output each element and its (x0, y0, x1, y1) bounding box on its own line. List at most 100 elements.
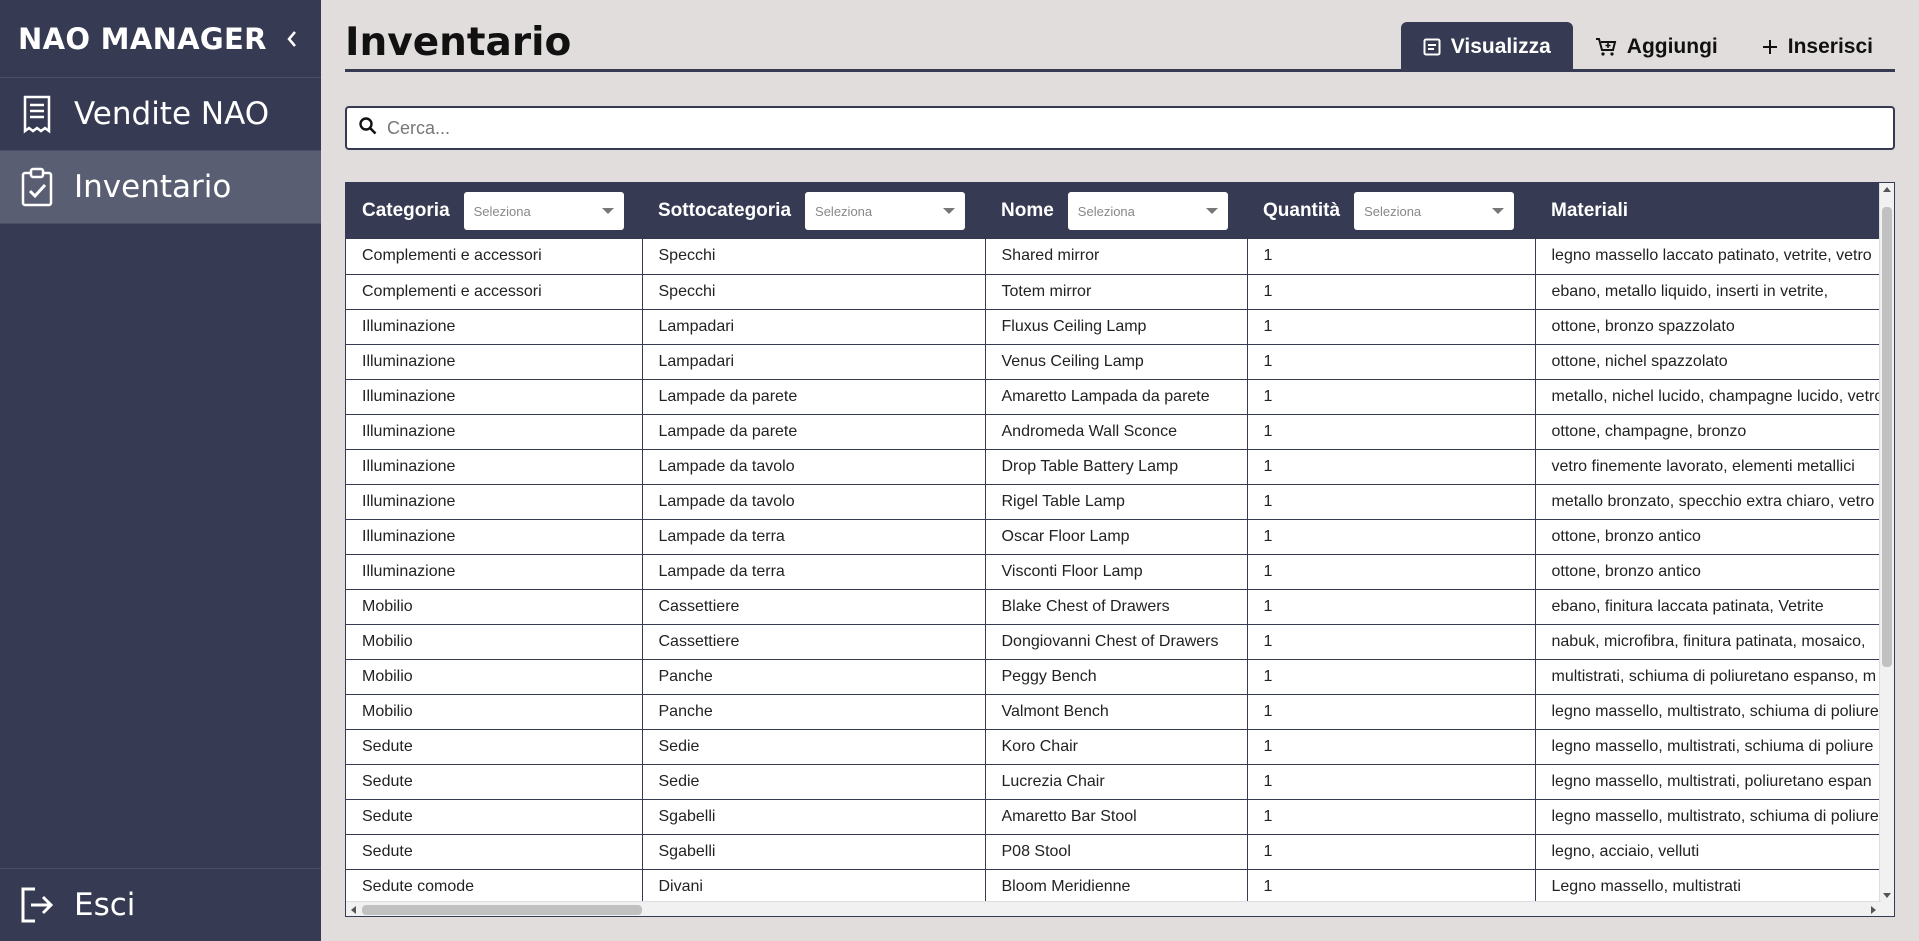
column-label: Sottocategoria (658, 200, 792, 221)
cell-categoria: Illuminazione (346, 379, 643, 415)
table-body: Complementi e accessori Specchi Shared mir… (346, 239, 1894, 905)
search-input[interactable] (387, 117, 1867, 139)
column-header-nome: Nome Seleziona (985, 183, 1247, 239)
table-row[interactable]: Sedute Sedie Lucrezia Chair 1 legno massello… (346, 764, 1894, 800)
cell-nome: Venus Ceiling Lamp (985, 344, 1248, 380)
cell-materiali: legno massello, multistrato, schiuma di … (1535, 799, 1894, 835)
cell-nome: Lucrezia Chair (985, 764, 1248, 800)
sidebar-item-vendite[interactable]: Vendite NAO (0, 78, 321, 151)
table-row[interactable]: Mobilio Panche Peggy Bench 1 multistrati, sc… (346, 659, 1894, 695)
cell-nome: Rigel Table Lamp (985, 484, 1248, 520)
cell-nome: Shared mirror (985, 239, 1248, 275)
cell-nome: Amaretto Bar Stool (985, 799, 1248, 835)
cell-nome: Amaretto Lampada da parete (985, 379, 1248, 415)
cell-nome: Fluxus Ceiling Lamp (985, 309, 1248, 345)
cell-materiali: legno massello laccato patinato, vetrite… (1535, 239, 1894, 275)
table-row[interactable]: Sedute Sgabelli Amaretto Bar Stool 1 legno m… (346, 799, 1894, 835)
cell-nome: Oscar Floor Lamp (985, 519, 1248, 555)
table-header-row: Categoria Seleziona Sottocategoria Selez… (346, 183, 1894, 239)
sidebar: NAO MANAGER Vendite NAO Inventario Esci (0, 0, 321, 941)
clipboard-check-icon (18, 167, 56, 207)
logout-label: Esci (74, 887, 136, 923)
cell-quantita: 1 (1247, 869, 1536, 905)
cell-categoria: Sedute (346, 764, 643, 800)
quantita-filter-select[interactable]: Seleziona (1354, 192, 1515, 230)
scroll-left-arrow-icon[interactable] (351, 906, 356, 914)
cell-quantita: 1 (1247, 379, 1536, 415)
scroll-up-arrow-icon[interactable] (1883, 187, 1891, 192)
table-row[interactable]: Sedute Sgabelli P08 Stool 1 legno, acciaio, … (346, 834, 1894, 870)
tab-label: Inserisci (1787, 35, 1873, 58)
cell-sottocategoria: Lampadari (642, 309, 986, 345)
cell-quantita: 1 (1247, 764, 1536, 800)
page-title: Inventario (345, 20, 572, 65)
table-row[interactable]: Mobilio Cassettiere Dongiovanni Chest of D… (346, 624, 1894, 660)
tab-inserisci[interactable]: Inserisci (1740, 22, 1895, 72)
column-label: Categoria (362, 200, 450, 221)
table-row[interactable]: Illuminazione Lampade da parete Andromeda … (346, 414, 1894, 450)
sidebar-item-label: Inventario (74, 169, 232, 205)
tab-visualizza[interactable]: Visualizza (1400, 22, 1573, 72)
cell-materiali: ottone, bronzo antico (1535, 554, 1894, 590)
cell-categoria: Complementi e accessori (346, 274, 643, 310)
horizontal-scrollbar[interactable] (346, 901, 1881, 916)
table-row[interactable]: Mobilio Cassettiere Blake Chest of Drawers… (346, 589, 1894, 625)
cell-quantita: 1 (1247, 344, 1536, 380)
sottocategoria-filter-select[interactable]: Seleziona (805, 192, 966, 230)
tab-aggiungi[interactable]: Aggiungi (1573, 22, 1740, 72)
table-row[interactable]: Illuminazione Lampade da tavolo Rigel Tabl… (346, 484, 1894, 520)
logout-button[interactable]: Esci (0, 868, 321, 941)
cell-nome: Bloom Meridienne (985, 869, 1248, 905)
cell-sottocategoria: Specchi (642, 274, 986, 310)
scroll-right-arrow-icon[interactable] (1871, 906, 1876, 914)
scrollbar-thumb[interactable] (1882, 207, 1892, 667)
plus-icon (1762, 39, 1778, 55)
cell-quantita: 1 (1247, 519, 1536, 555)
cell-quantita: 1 (1247, 834, 1536, 870)
cell-materiali: legno, acciaio, velluti (1535, 834, 1894, 870)
cart-icon (1595, 37, 1617, 57)
table-row[interactable]: Illuminazione Lampadari Fluxus Ceiling Lam… (346, 309, 1894, 345)
main-content: Inventario Visualizza Aggiungi Inserisci (345, 0, 1895, 917)
scroll-down-arrow-icon[interactable] (1883, 893, 1891, 898)
cell-categoria: Illuminazione (346, 554, 643, 590)
table-row[interactable]: Illuminazione Lampade da terra Oscar Floor… (346, 519, 1894, 555)
select-placeholder: Seleziona (815, 203, 873, 219)
cell-sottocategoria: Panche (642, 694, 986, 730)
cell-materiali: ebano, finitura laccata patinata, Vetrit… (1535, 589, 1894, 625)
table-row[interactable]: Complementi e accessori Specchi Totem mirr… (346, 274, 1894, 310)
cell-sottocategoria: Sgabelli (642, 834, 986, 870)
table-row[interactable]: Complementi e accessori Specchi Shared mir… (346, 239, 1894, 275)
table-row[interactable]: Illuminazione Lampade da tavolo Drop Table… (346, 449, 1894, 485)
cell-nome: Totem mirror (985, 274, 1248, 310)
collapse-sidebar-button[interactable] (280, 24, 304, 54)
categoria-filter-select[interactable]: Seleziona (463, 192, 624, 230)
cell-sottocategoria: Divani (642, 869, 986, 905)
sidebar-item-inventario[interactable]: Inventario (0, 151, 321, 224)
chevron-down-icon (601, 208, 614, 214)
table-row[interactable]: Illuminazione Lampade da terra Visconti Fl… (346, 554, 1894, 590)
scrollbar-thumb[interactable] (362, 905, 642, 915)
cell-categoria: Sedute (346, 834, 643, 870)
cell-materiali: legno massello, multistrato, schiuma di … (1535, 694, 1894, 730)
cell-quantita: 1 (1247, 484, 1536, 520)
page-header: Inventario Visualizza Aggiungi Inserisci (345, 0, 1895, 72)
nome-filter-select[interactable]: Seleziona (1067, 192, 1228, 230)
table-row[interactable]: Illuminazione Lampade da parete Amaretto L… (346, 379, 1894, 415)
table-row[interactable]: Sedute comode Divani Bloom Meridienne 1 Legn… (346, 869, 1894, 905)
table-row[interactable]: Mobilio Panche Valmont Bench 1 legno massell… (346, 694, 1894, 730)
cell-categoria: Illuminazione (346, 309, 643, 345)
cell-categoria: Illuminazione (346, 414, 643, 450)
column-label: Quantità (1263, 200, 1341, 221)
cell-quantita: 1 (1247, 659, 1536, 695)
cell-categoria: Mobilio (346, 624, 643, 660)
vertical-scrollbar[interactable] (1879, 183, 1894, 916)
cell-materiali: legno massello, multistrati, poliuretano… (1535, 764, 1894, 800)
table-row[interactable]: Illuminazione Lampadari Venus Ceiling Lamp… (346, 344, 1894, 380)
cell-quantita: 1 (1247, 414, 1536, 450)
cell-materiali: ottone, bronzo antico (1535, 519, 1894, 555)
table-row[interactable]: Sedute Sedie Koro Chair 1 legno massello, mu… (346, 729, 1894, 765)
cell-nome: Peggy Bench (985, 659, 1248, 695)
chevron-down-icon (1205, 208, 1218, 214)
chevron-down-icon (943, 208, 956, 214)
